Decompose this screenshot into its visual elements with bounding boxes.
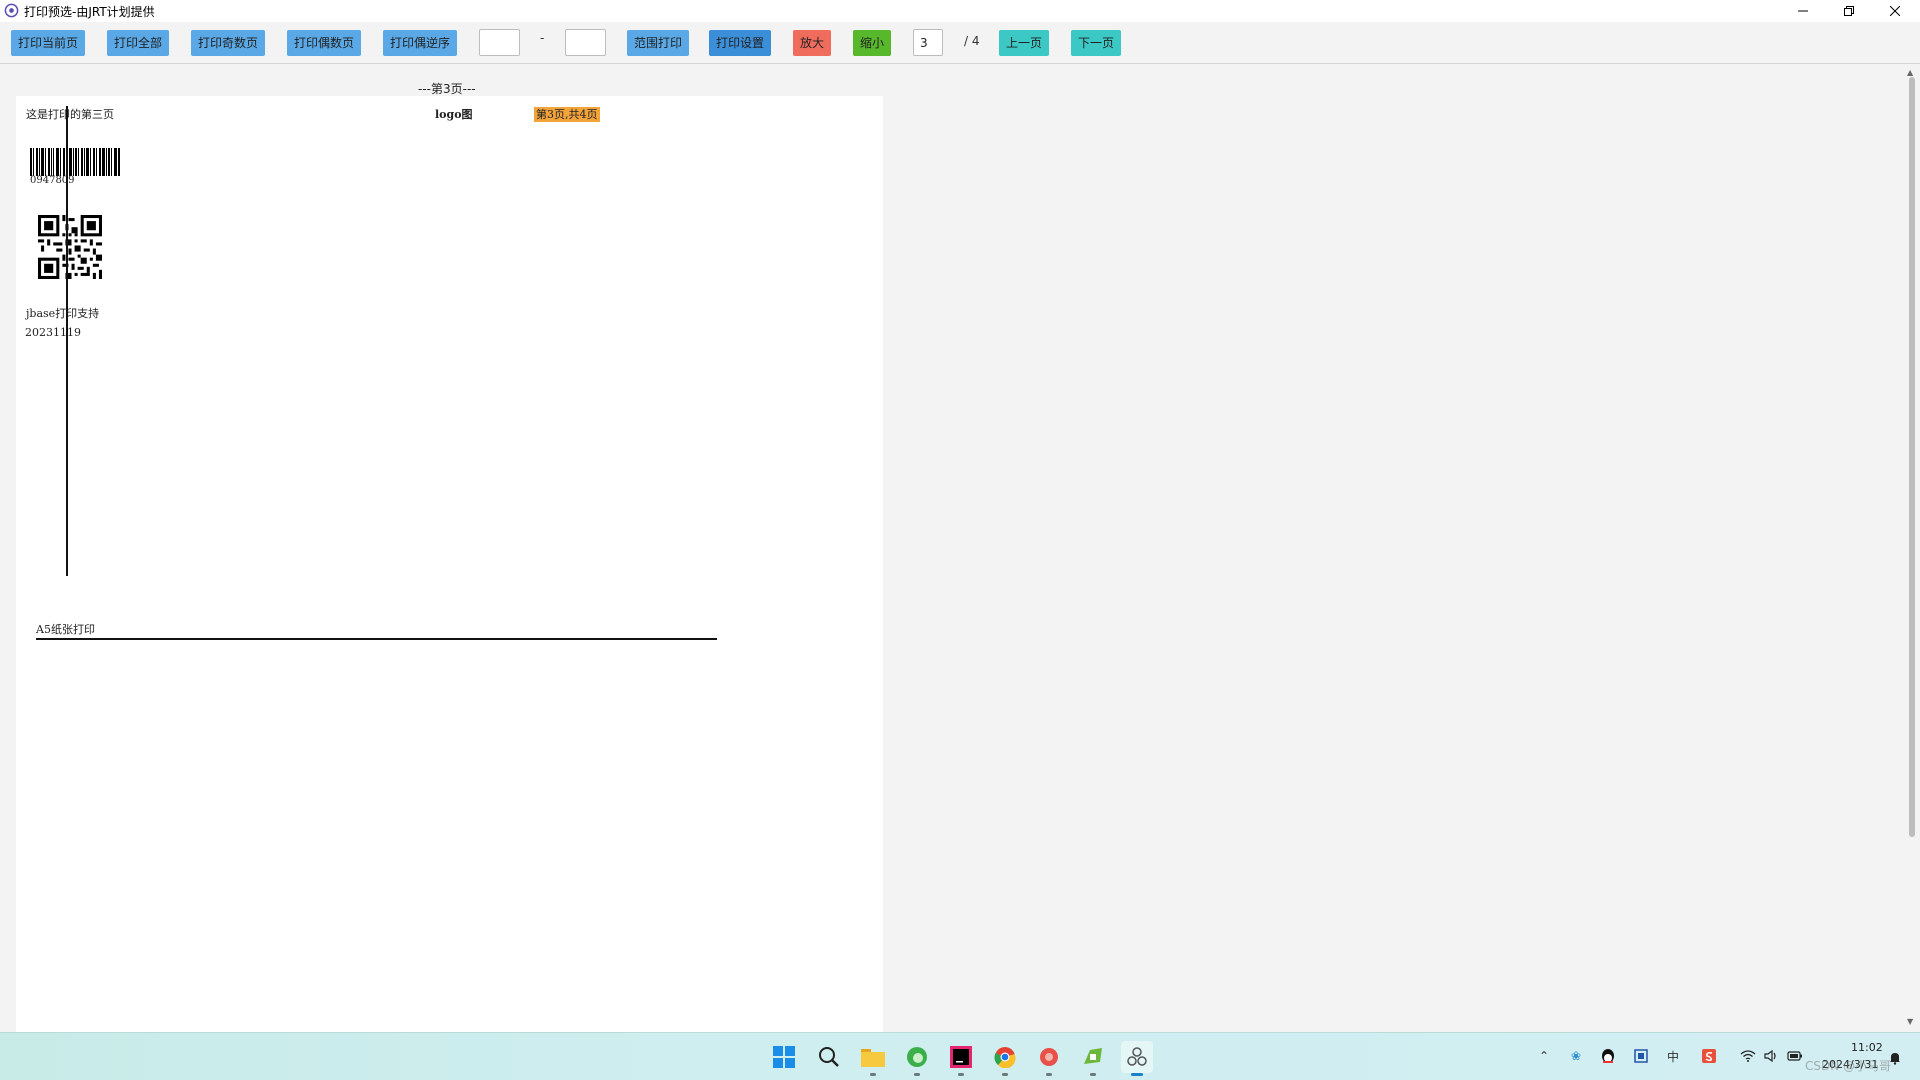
windows-logo bbox=[773, 1046, 795, 1068]
tray-app-icon[interactable]: ❀ bbox=[1567, 1047, 1585, 1065]
csdn-watermark: CSDN @小马哥 bbox=[1805, 1059, 1892, 1073]
preview-viewport[interactable]: ---第3页--- 这是打印的第三页 logo图 第3页,共4页 0947809 bbox=[0, 65, 1920, 1033]
close-button[interactable] bbox=[1872, 0, 1918, 22]
page-heading: ---第3页--- bbox=[418, 82, 476, 96]
print-current-page-button[interactable]: 打印当前页 bbox=[11, 30, 86, 56]
penguin-glyph bbox=[1602, 1049, 1614, 1063]
running-indicator bbox=[914, 1073, 920, 1076]
current-page-input[interactable] bbox=[913, 29, 943, 56]
volume-icon[interactable] bbox=[1762, 1047, 1780, 1065]
scrollbar-thumb[interactable] bbox=[1909, 77, 1915, 837]
horizontal-rule-line bbox=[36, 638, 717, 640]
scroll-down-icon[interactable]: ▼ bbox=[1907, 1017, 1913, 1026]
magnifier-glyph bbox=[819, 1047, 839, 1067]
scroll-up-icon[interactable]: ▲ bbox=[1907, 68, 1913, 77]
logo-label: logo图 bbox=[435, 108, 473, 121]
tray-qq-icon[interactable] bbox=[1599, 1047, 1617, 1065]
running-indicator bbox=[958, 1073, 964, 1076]
green-app-icon[interactable] bbox=[1077, 1041, 1109, 1076]
toolbar: 打印当前页 打印全部 打印奇数页 打印偶数页 打印偶逆序 - 范围打印 打印设置… bbox=[0, 22, 1920, 64]
app-icon bbox=[4, 3, 19, 18]
print-all-button[interactable]: 打印全部 bbox=[107, 30, 170, 56]
red-s-glyph bbox=[1702, 1049, 1716, 1063]
zoom-in-button[interactable]: 放大 bbox=[793, 30, 832, 56]
window-glyph bbox=[1634, 1049, 1648, 1063]
red-app-glyph bbox=[1040, 1048, 1058, 1066]
qr-code-image bbox=[38, 215, 102, 279]
chrome-glyph bbox=[994, 1047, 1016, 1068]
green-app-glyph bbox=[1084, 1048, 1102, 1064]
battery-glyph bbox=[1787, 1051, 1802, 1061]
print-odd-pages-button[interactable]: 打印奇数页 bbox=[191, 30, 266, 56]
barcode-number: 0947809 bbox=[30, 175, 75, 186]
minimize-button[interactable] bbox=[1780, 0, 1826, 22]
edge-browser-icon[interactable] bbox=[901, 1041, 933, 1076]
tray-red-app-icon[interactable] bbox=[1700, 1047, 1718, 1065]
tray-chevron-up-icon[interactable]: ⌃ bbox=[1535, 1047, 1553, 1065]
range-to-input[interactable] bbox=[565, 29, 606, 56]
paper-page: 这是打印的第三页 logo图 第3页,共4页 0947809 jbase打印支持… bbox=[16, 96, 883, 1033]
print-even-pages-button[interactable]: 打印偶数页 bbox=[287, 30, 362, 56]
jrt-print-app-icon[interactable] bbox=[1121, 1041, 1153, 1076]
close-icon bbox=[1890, 6, 1900, 16]
windows-start-icon[interactable] bbox=[768, 1041, 800, 1073]
wifi-glyph bbox=[1740, 1050, 1756, 1062]
running-indicator bbox=[1090, 1073, 1096, 1076]
chrome-browser-icon[interactable] bbox=[989, 1041, 1021, 1076]
total-pages-label: / 4 bbox=[964, 34, 980, 48]
zoom-out-button[interactable]: 缩小 bbox=[853, 30, 892, 56]
restore-button[interactable] bbox=[1826, 0, 1872, 22]
notification-bell-icon[interactable] bbox=[1886, 1049, 1904, 1067]
tray-window-icon[interactable] bbox=[1632, 1047, 1650, 1065]
folder-glyph bbox=[861, 1049, 885, 1067]
clock-time[interactable]: 11:02 bbox=[1851, 1041, 1883, 1054]
speaker-glyph bbox=[1764, 1050, 1776, 1062]
red-app-icon[interactable] bbox=[1033, 1041, 1065, 1076]
support-text: jbase打印支持 bbox=[26, 307, 100, 320]
intellij-idea-icon[interactable] bbox=[945, 1041, 977, 1076]
window-title: 打印预选-由JRT计划提供 bbox=[24, 5, 155, 19]
previous-page-button[interactable]: 上一页 bbox=[999, 30, 1050, 56]
date-text: 20231119 bbox=[25, 326, 81, 339]
active-indicator bbox=[1131, 1073, 1143, 1076]
range-from-input[interactable] bbox=[479, 29, 520, 56]
page-counter-wrapper: 第3页,共4页 bbox=[534, 106, 600, 122]
edge-glyph bbox=[907, 1047, 927, 1067]
vertical-scrollbar[interactable]: ▲ ▼ bbox=[1904, 65, 1920, 1033]
search-icon[interactable] bbox=[813, 1041, 845, 1073]
running-indicator bbox=[1046, 1073, 1052, 1076]
print-even-reverse-button[interactable]: 打印偶逆序 bbox=[383, 30, 458, 56]
running-indicator bbox=[1002, 1073, 1008, 1076]
bell-glyph bbox=[1890, 1053, 1900, 1065]
range-separator: - bbox=[540, 31, 545, 45]
tray-ime-icon[interactable]: 中 bbox=[1664, 1047, 1682, 1065]
running-indicator bbox=[870, 1073, 876, 1076]
range-print-button[interactable]: 范围打印 bbox=[627, 30, 690, 56]
idea-glyph bbox=[950, 1046, 972, 1068]
jrt-app-glyph bbox=[1127, 1047, 1147, 1066]
next-page-button[interactable]: 下一页 bbox=[1071, 30, 1122, 56]
wifi-icon[interactable] bbox=[1739, 1047, 1757, 1065]
restore-icon bbox=[1844, 6, 1854, 16]
paper-size-label: A5纸张打印 bbox=[36, 623, 95, 636]
intro-text: 这是打印的第三页 bbox=[26, 108, 114, 121]
vertical-rule-line bbox=[66, 106, 68, 576]
print-settings-button[interactable]: 打印设置 bbox=[709, 30, 772, 56]
title-bar: 打印预选-由JRT计划提供 bbox=[0, 0, 1920, 22]
page-counter-label: 第3页,共4页 bbox=[534, 107, 600, 122]
battery-icon[interactable] bbox=[1786, 1047, 1804, 1065]
file-explorer-icon[interactable] bbox=[857, 1041, 889, 1076]
minimize-icon bbox=[1798, 10, 1808, 12]
